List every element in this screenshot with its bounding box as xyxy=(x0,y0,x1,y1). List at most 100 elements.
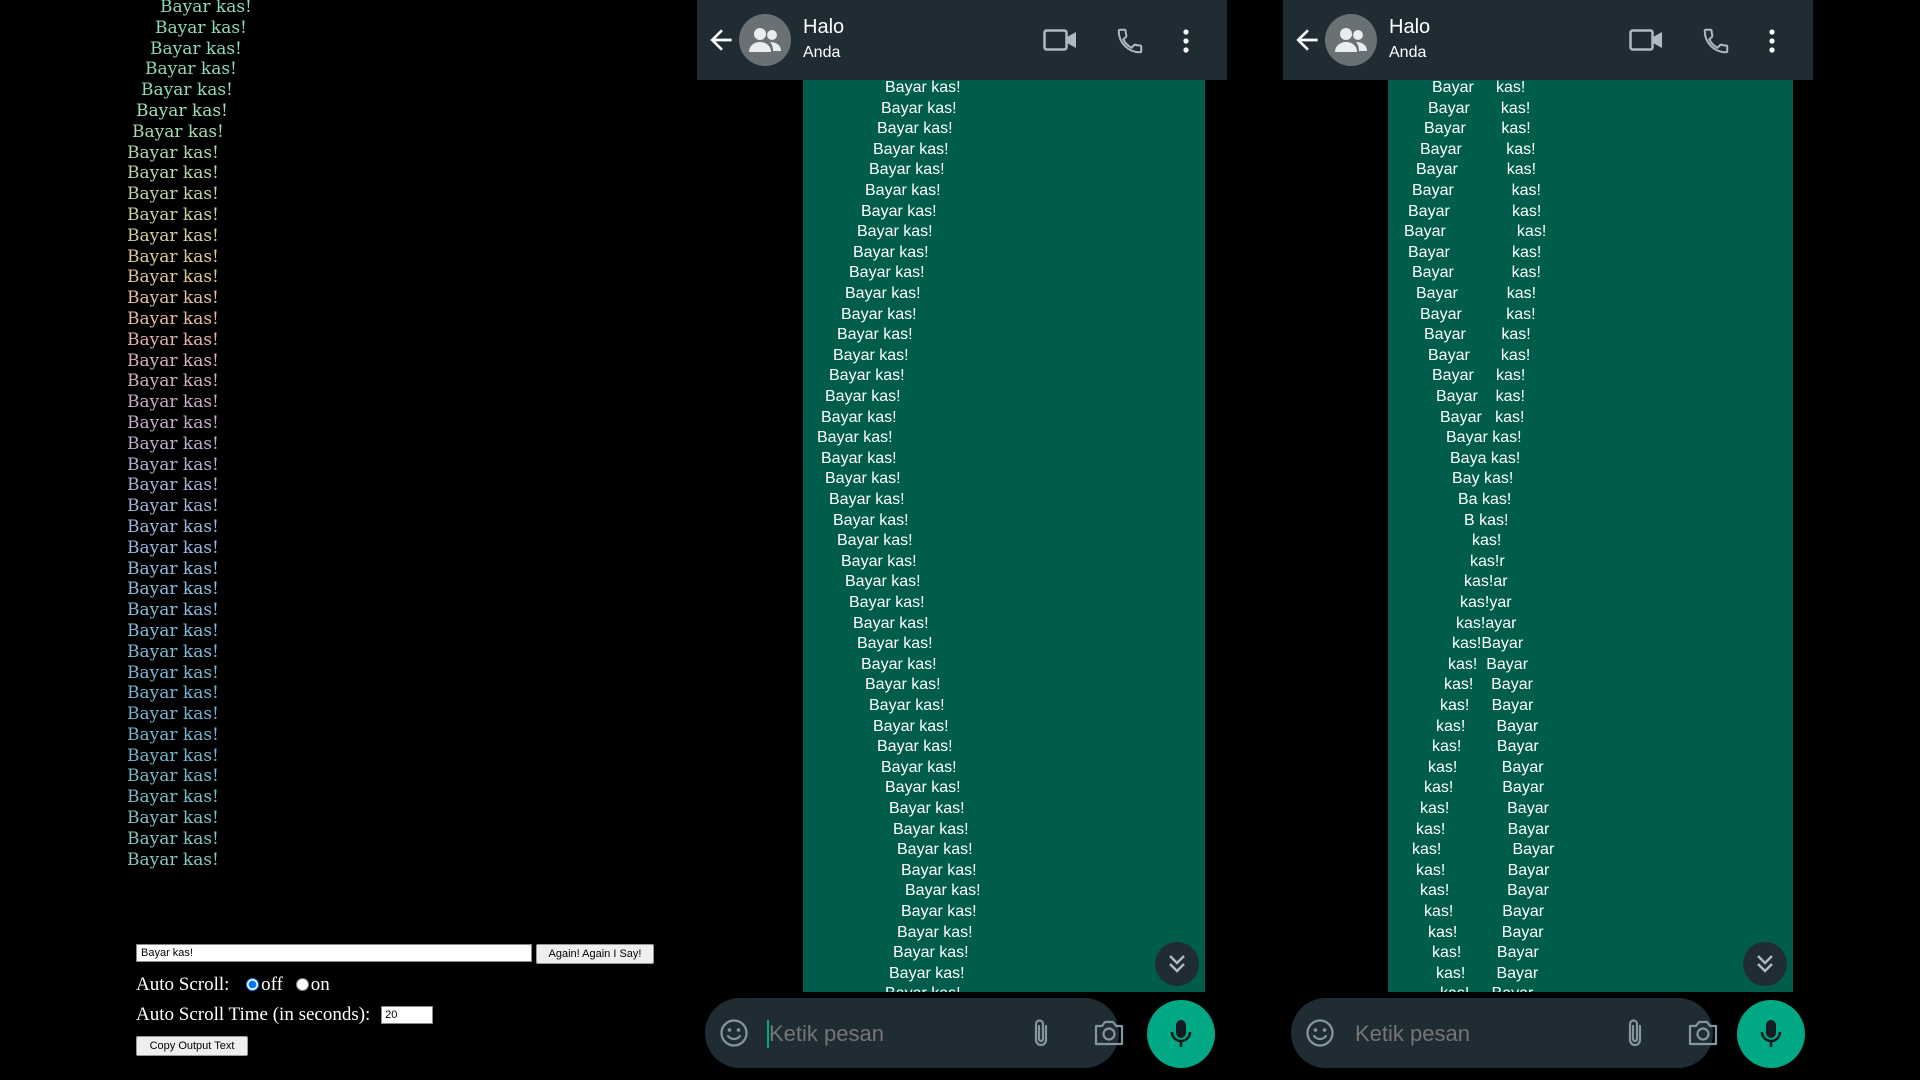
message-line: Bayar kas! xyxy=(873,717,949,735)
message-line: kas!ayar xyxy=(1456,614,1517,632)
message-line: Bayar kas! xyxy=(1428,346,1531,364)
output-line: Bayar kas! xyxy=(127,600,219,621)
auto-scroll-time-input[interactable] xyxy=(381,1006,434,1024)
scroll-to-bottom-button[interactable] xyxy=(1155,942,1199,986)
output-line: Bayar kas! xyxy=(127,745,219,766)
message-line: Bayar kas! xyxy=(877,738,953,756)
camera-icon[interactable] xyxy=(1093,1019,1125,1047)
auto-scroll-time-row: Auto Scroll Time (in seconds): xyxy=(136,1004,434,1026)
message-bubble[interactable]: Bayar kas! Bayar kas! Bayar kas! Bayar kas!… xyxy=(803,80,1205,992)
message-line: kas! Bayar xyxy=(1432,738,1539,756)
message-line: kas!Bayar xyxy=(1452,635,1524,653)
output-line: Bayar kas! xyxy=(127,350,219,371)
message-line: Bayar kas! xyxy=(901,861,977,879)
message-input[interactable] xyxy=(1353,1013,1607,1055)
mic-button[interactable] xyxy=(1147,1000,1215,1068)
message-line: Bayar kas! xyxy=(1432,80,1526,96)
output-line: Bayar kas! xyxy=(127,724,219,745)
output-line: Bayar kas! xyxy=(127,267,219,288)
chat-header: Halo Anda xyxy=(1283,0,1813,80)
output-line: Bayar kas! xyxy=(141,80,233,101)
message-line: Bayar kas! xyxy=(821,408,897,426)
message-input[interactable] xyxy=(767,1013,1021,1055)
message-line: Bayar kas! xyxy=(849,264,925,282)
message-line: Bayar kas! xyxy=(829,367,905,385)
more-vertical-icon[interactable] xyxy=(1181,28,1191,54)
back-arrow-icon[interactable] xyxy=(705,24,737,56)
attach-icon[interactable] xyxy=(1029,1018,1055,1050)
copy-output-button[interactable]: Copy Output Text xyxy=(136,1036,248,1056)
message-line: Bayar kas! xyxy=(869,697,945,714)
video-call-icon[interactable] xyxy=(1629,28,1663,52)
message-line: Bayar kas! xyxy=(1408,202,1542,220)
message-line: Bayar kas! xyxy=(881,99,957,117)
output-line: Bayar kas! xyxy=(127,662,219,683)
again-button[interactable]: Again! Again I Say! xyxy=(536,944,654,964)
output-line: Bayar kas! xyxy=(127,641,219,662)
output-text-area: Bayar kas! Bayar kas! Bayar kas! Bayar kas!… xyxy=(0,0,680,870)
message-line: kas! Bayar xyxy=(1428,923,1544,941)
chat-screen-1: Halo Anda Bayar kas! Bayar kas! Bayar kas!… xyxy=(697,0,1239,1080)
output-line: Bayar kas! xyxy=(127,184,219,205)
mic-button[interactable] xyxy=(1737,1000,1805,1068)
message-line: kas! Bayar xyxy=(1448,655,1529,673)
text-input[interactable] xyxy=(136,944,532,962)
auto-scroll-on-radio[interactable] xyxy=(295,978,309,991)
emoji-icon[interactable] xyxy=(1305,1018,1335,1048)
emoji-icon[interactable] xyxy=(719,1018,749,1048)
output-line: Bayar kas! xyxy=(136,100,228,121)
output-line: Bayar kas! xyxy=(127,433,219,454)
camera-icon[interactable] xyxy=(1687,1019,1719,1047)
output-line: Bayar kas! xyxy=(127,496,219,517)
double-chevron-down-icon xyxy=(1757,955,1773,973)
group-avatar-icon xyxy=(749,28,781,52)
chat-header: Halo Anda xyxy=(697,0,1227,80)
more-vertical-icon[interactable] xyxy=(1767,28,1777,54)
message-line: Bayar kas! xyxy=(857,635,933,653)
message-line: kas! Bayar xyxy=(1440,697,1534,714)
message-line: Bayar kas! xyxy=(841,305,917,323)
message-line: B kas! xyxy=(1464,511,1509,529)
message-line: kas! Bayar xyxy=(1412,841,1555,859)
message-line: kas! Bayar xyxy=(1420,800,1549,817)
message-input-bar xyxy=(705,998,1124,1068)
message-bubble[interactable]: Bayar kas! Bayar kas! Bayar kas! Bayar kas!… xyxy=(1388,80,1793,992)
chat-title[interactable]: Halo xyxy=(803,16,844,39)
message-line: kas! Bayar xyxy=(1420,882,1549,900)
message-line: Bayar kas! xyxy=(1436,388,1525,405)
attach-icon[interactable] xyxy=(1623,1018,1649,1050)
message-line: kas! Bayar xyxy=(1416,861,1550,879)
output-line: Bayar kas! xyxy=(127,704,219,725)
output-line: Bayar kas! xyxy=(127,579,219,600)
message-line: Bayar kas! xyxy=(1408,243,1542,261)
message-line: Bayar kas! xyxy=(901,903,977,920)
auto-scroll-off-radio[interactable] xyxy=(246,978,260,991)
auto-scroll-on-label[interactable]: on xyxy=(311,974,330,995)
message-line: kas! Bayar xyxy=(1432,944,1539,962)
output-line: Bayar kas! xyxy=(127,849,219,870)
message-line: Bayar kas! xyxy=(853,614,929,632)
avatar[interactable] xyxy=(1325,14,1377,66)
message-line: Bayar kas! xyxy=(889,964,965,982)
message-line: Bayar kas! xyxy=(865,676,941,694)
message-line: Bayar kas! xyxy=(1446,429,1522,447)
message-line: Bayar kas! xyxy=(897,841,973,859)
message-line: Bayar kas! xyxy=(1428,99,1531,117)
auto-scroll-off-label[interactable]: off xyxy=(261,974,283,995)
phone-icon[interactable] xyxy=(1115,26,1145,56)
video-call-icon[interactable] xyxy=(1043,28,1077,52)
message-line: Bayar kas! xyxy=(833,346,909,364)
output-line: Bayar kas! xyxy=(127,142,219,163)
message-line: Bayar kas! xyxy=(1412,182,1541,199)
scroll-to-bottom-button[interactable] xyxy=(1743,942,1787,986)
message-line: Bayar kas! xyxy=(1420,140,1536,158)
output-line: Bayar kas! xyxy=(127,371,219,392)
message-line: Bayar kas! xyxy=(865,182,941,199)
phone-icon[interactable] xyxy=(1701,26,1731,56)
back-arrow-icon[interactable] xyxy=(1291,24,1323,56)
avatar[interactable] xyxy=(739,14,791,66)
output-line: Bayar kas! xyxy=(127,683,219,704)
message-line: Bayar kas! xyxy=(861,655,937,673)
chat-title[interactable]: Halo xyxy=(1389,16,1430,39)
group-avatar-icon xyxy=(1335,28,1367,52)
